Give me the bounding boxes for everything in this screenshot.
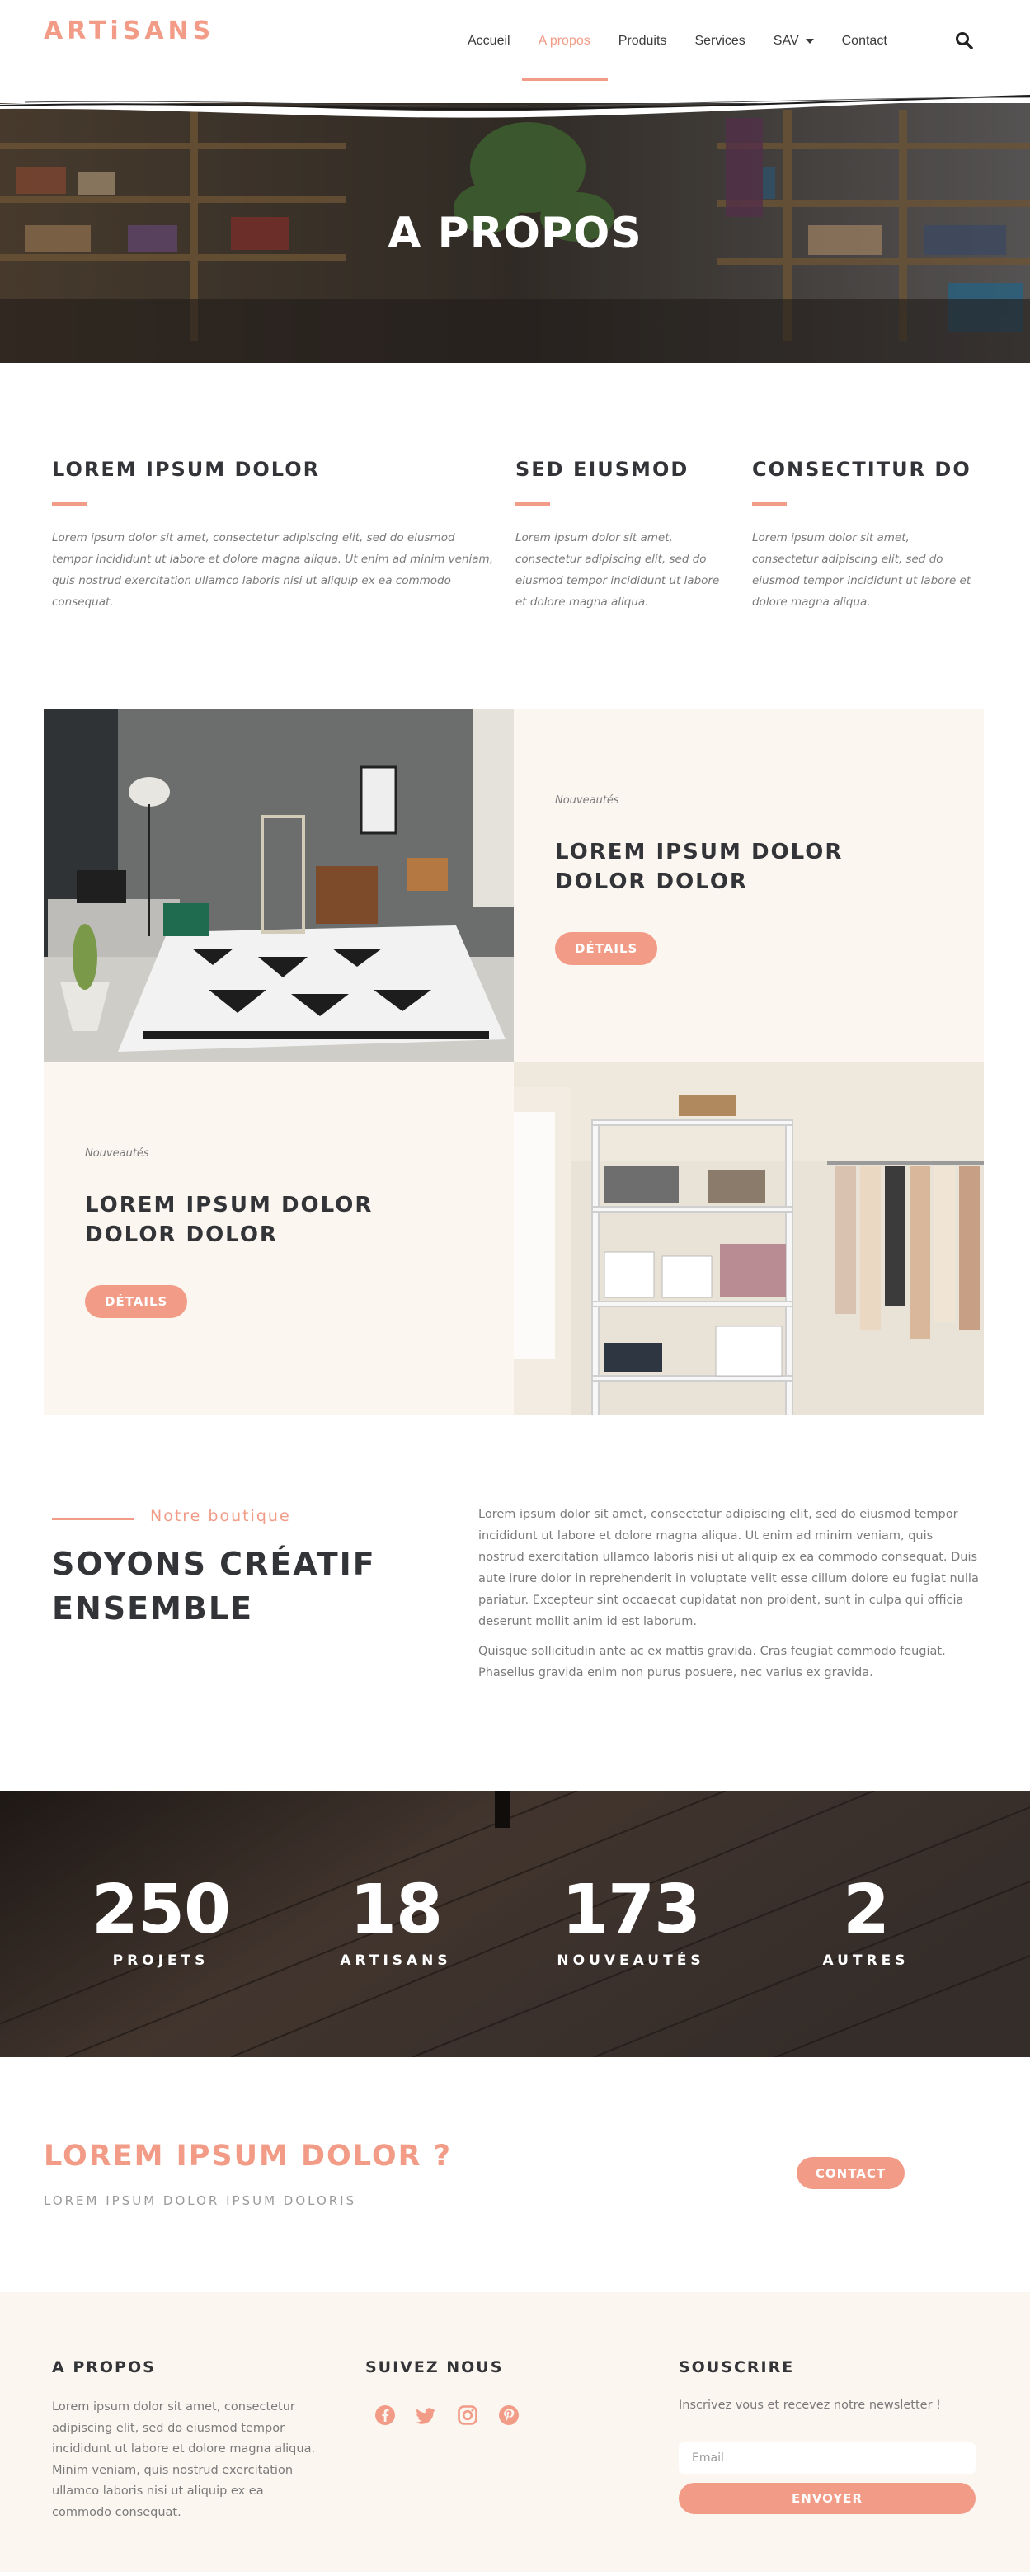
- site-footer: A PROPOS Lorem ipsum dolor sit amet, con…: [0, 2292, 1030, 2572]
- stat-value: 18: [349, 1871, 443, 1949]
- intro-column: LOREM IPSUM DOLOR Lorem ipsum dolor sit …: [52, 458, 493, 613]
- stat-label: NOUVEAUTÉS: [557, 1952, 705, 1969]
- footer-follow: SUIVEZ NOUS: [365, 2358, 637, 2427]
- footer-heading: A PROPOS: [52, 2358, 156, 2376]
- stat-label: PROJETS: [112, 1952, 209, 1969]
- active-nav-indicator: [522, 78, 608, 81]
- stat-value: 2: [842, 1871, 890, 1949]
- intro-column-title: SED EIUSMOD: [515, 458, 689, 481]
- boutique-section: Notre boutique SOYONS CRÉATIF ENSEMBLE L…: [0, 1415, 1030, 1791]
- footer-about-text: Lorem ipsum dolor sit amet, consectetur …: [52, 2400, 316, 2519]
- feature-title: LOREM IPSUM DOLOR DOLOR DOLOR: [555, 840, 844, 894]
- instagram-icon[interactable]: [456, 2404, 479, 2427]
- section-text: Lorem ipsum dolor sit amet, consectetur …: [478, 1504, 981, 1684]
- intro-column-text: Lorem ipsum dolor sit amet, consectetur …: [515, 531, 720, 609]
- nav-a-propos[interactable]: A propos: [524, 0, 604, 82]
- feature-title: LOREM IPSUM DOLOR DOLOR DOLOR: [85, 1193, 374, 1247]
- footer-about: A PROPOS Lorem ipsum dolor sit amet, con…: [52, 2358, 324, 2523]
- cta-title: LOREM IPSUM DOLOR ?: [44, 2140, 453, 2173]
- feature-card: Nouveautés LOREM IPSUM DOLOR DOLOR DOLOR…: [44, 1062, 514, 1415]
- intro-column: SED EIUSMOD Lorem ipsum dolor sit amet, …: [515, 458, 734, 613]
- brush-divider: [0, 94, 1030, 118]
- chevron-down-icon: [805, 39, 814, 44]
- nav-services[interactable]: Services: [680, 0, 759, 82]
- cta-subtitle: LOREM IPSUM DOLOR IPSUM DOLORIS: [44, 2193, 357, 2208]
- features-grid: Nouveautés LOREM IPSUM DOLOR DOLOR DOLOR…: [44, 709, 984, 1415]
- stats-section: 250 PROJETS 18 ARTISANS 173 NOUVEAUTÉS 2…: [0, 1791, 1030, 2057]
- living-room-image: [44, 709, 514, 1062]
- feature-kicker: Nouveautés: [555, 794, 619, 807]
- main-nav: Accueil A propos Produits Services SAV C…: [454, 0, 901, 82]
- nav-sav-label: SAV: [773, 34, 799, 48]
- stat-block: 250 PROJETS: [62, 1871, 260, 1970]
- intro-column-title: CONSECTITUR DO: [752, 458, 971, 481]
- search-icon[interactable]: [955, 31, 973, 49]
- email-field[interactable]: [679, 2442, 976, 2474]
- stat-value: 173: [561, 1871, 701, 1949]
- feature-kicker: Nouveautés: [85, 1147, 149, 1160]
- accent-line: [52, 1518, 134, 1520]
- facebook-icon[interactable]: [374, 2404, 397, 2427]
- intro-column-text: Lorem ipsum dolor sit amet, consectetur …: [52, 531, 493, 609]
- site-header: ARTiSANS Accueil A propos Produits Servi…: [0, 0, 1030, 118]
- footer-heading: SUIVEZ NOUS: [365, 2358, 504, 2376]
- footer-heading: SOUSCRIRE: [679, 2358, 795, 2376]
- section-title: SOYONS CRÉATIF ENSEMBLE: [52, 1546, 376, 1627]
- stat-block: 173 NOUVEAUTÉS: [532, 1871, 730, 1970]
- social-links: [365, 2404, 637, 2427]
- intro-column: CONSECTITUR DO Lorem ipsum dolor sit ame…: [752, 458, 979, 613]
- intro-column-text: Lorem ipsum dolor sit amet, consectetur …: [752, 531, 971, 609]
- pinterest-icon[interactable]: [497, 2404, 520, 2427]
- intro-column-title: LOREM IPSUM DOLOR: [52, 458, 321, 481]
- stat-block: 18 ARTISANS: [297, 1871, 495, 1970]
- page-title: A PROPOS: [388, 209, 642, 258]
- accent-divider: [52, 502, 87, 506]
- twitter-icon[interactable]: [415, 2404, 438, 2427]
- feature-card: Nouveautés LOREM IPSUM DOLOR DOLOR DOLOR…: [514, 709, 984, 1062]
- site-logo[interactable]: ARTiSANS: [44, 16, 214, 45]
- stat-label: ARTISANS: [340, 1952, 452, 1969]
- nav-accueil[interactable]: Accueil: [454, 0, 524, 82]
- details-button[interactable]: DÉTAILS: [85, 1285, 188, 1318]
- nav-sav[interactable]: SAV: [760, 0, 828, 82]
- clothing-rack-image: [514, 1062, 984, 1415]
- contact-button[interactable]: CONTACT: [797, 2157, 905, 2189]
- newsletter-text: Inscrivez vous et recevez notre newslett…: [679, 2399, 941, 2412]
- subscribe-button[interactable]: ENVOYER: [679, 2483, 976, 2514]
- stat-value: 250: [91, 1871, 231, 1949]
- nav-contact[interactable]: Contact: [828, 0, 901, 82]
- footer-subscribe: SOUSCRIRE Inscrivez vous et recevez notr…: [679, 2358, 976, 2514]
- stat-label: AUTRES: [822, 1952, 910, 1969]
- accent-divider: [515, 502, 550, 506]
- section-paragraph: Lorem ipsum dolor sit amet, consectetur …: [478, 1508, 979, 1628]
- hero-banner: A PROPOS: [0, 93, 1030, 363]
- nav-produits[interactable]: Produits: [604, 0, 681, 82]
- section-paragraph: Quisque sollicitudin ante ac ex mattis g…: [478, 1645, 946, 1679]
- accent-divider: [752, 502, 787, 506]
- section-kicker: Notre boutique: [150, 1507, 291, 1525]
- stat-block: 2 AUTRES: [767, 1871, 965, 1970]
- intro-section: LOREM IPSUM DOLOR Lorem ipsum dolor sit …: [0, 363, 1030, 709]
- cta-section: LOREM IPSUM DOLOR ? LOREM IPSUM DOLOR IP…: [0, 2057, 1030, 2292]
- details-button[interactable]: DÉTAILS: [555, 932, 658, 965]
